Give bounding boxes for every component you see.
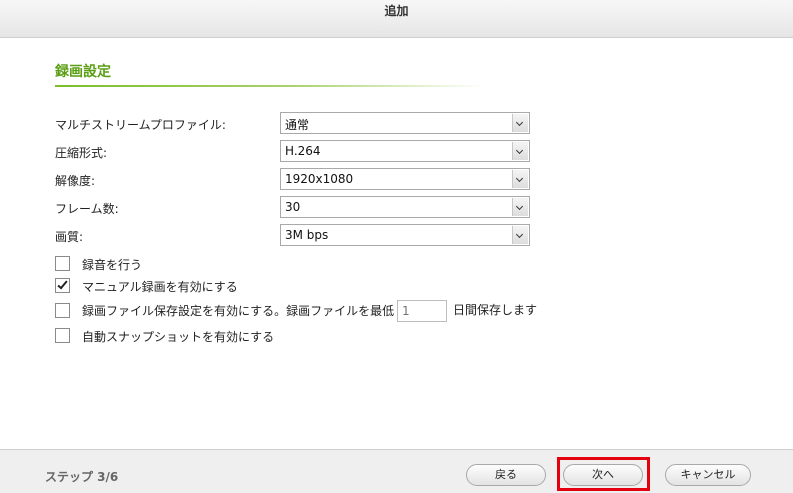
compression-format-label: 圧縮形式: xyxy=(55,146,108,160)
record-audio-label: 録音を行う xyxy=(82,258,143,272)
record-audio-checkbox[interactable] xyxy=(55,256,70,271)
chevron-down-icon[interactable] xyxy=(512,114,528,132)
auto-snapshot-label: 自動スナップショットを有効にする xyxy=(82,330,275,344)
resolution-select[interactable]: 1920x1080 xyxy=(280,168,530,190)
file-retention-label: 録画ファイル保存設定を有効にする。録画ファイルを最低 xyxy=(82,304,395,318)
step-indicator: ステップ 3/6 xyxy=(45,470,119,484)
retention-days-input-box[interactable] xyxy=(397,300,447,322)
resolution-value: 1920x1080 xyxy=(285,172,354,186)
multistream-profile-value: 通常 xyxy=(285,118,310,132)
file-retention-checkbox[interactable] xyxy=(55,303,70,318)
auto-snapshot-checkbox[interactable] xyxy=(55,328,70,343)
chevron-down-icon[interactable] xyxy=(512,226,528,244)
manual-recording-label: マニュアル録画を有効にする xyxy=(82,280,238,294)
dialog-footer: ステップ 3/6 戻る 次へ キャンセル xyxy=(0,449,793,493)
cancel-button[interactable]: キャンセル xyxy=(665,464,751,486)
compression-format-value: H.264 xyxy=(285,144,321,158)
frame-rate-select[interactable]: 30 xyxy=(280,196,530,218)
quality-label: 画質: xyxy=(55,230,84,244)
checkmark-icon xyxy=(57,278,68,290)
resolution-label: 解像度: xyxy=(55,174,96,188)
frame-rate-value: 30 xyxy=(285,200,301,214)
manual-recording-checkbox[interactable] xyxy=(55,278,70,293)
quality-select[interactable]: 3M bps xyxy=(280,224,530,246)
multistream-profile-select[interactable]: 通常 xyxy=(280,112,530,134)
section-divider xyxy=(55,85,485,87)
multistream-profile-label: マルチストリームプロファイル: xyxy=(55,118,226,132)
chevron-down-icon[interactable] xyxy=(512,142,528,160)
retention-days-input[interactable] xyxy=(398,301,446,321)
chevron-down-icon[interactable] xyxy=(512,170,528,188)
chevron-down-icon[interactable] xyxy=(512,198,528,216)
frame-rate-label: フレーム数: xyxy=(55,202,119,216)
quality-value: 3M bps xyxy=(285,228,329,242)
compression-format-select[interactable]: H.264 xyxy=(280,140,530,162)
dialog-title: 追加 xyxy=(384,4,409,18)
dialog-title-bar: 追加 xyxy=(0,0,793,38)
back-button[interactable]: 戻る xyxy=(466,464,546,486)
section-title: 録画設定 xyxy=(55,64,111,80)
next-button[interactable]: 次へ xyxy=(563,464,643,486)
retention-days-suffix: 日間保存します xyxy=(453,303,538,317)
